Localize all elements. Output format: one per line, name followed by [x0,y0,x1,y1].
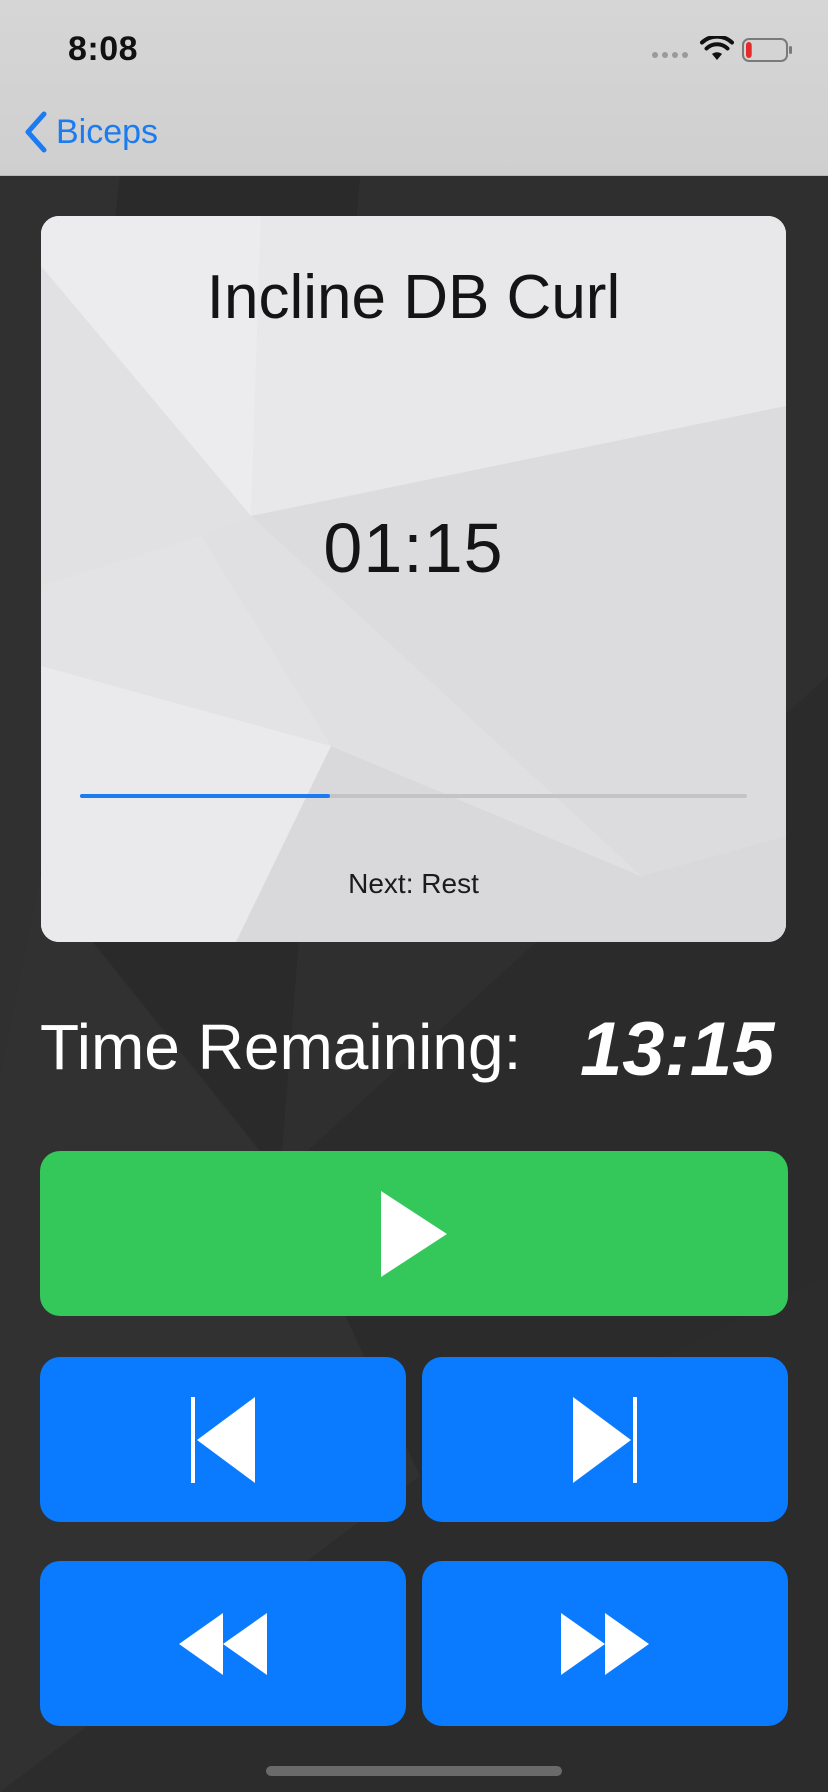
battery-low-icon [742,38,792,62]
exercise-title: Incline DB Curl [206,263,621,332]
time-remaining-label: Time Remaining: [40,1011,522,1083]
back-button-label: Biceps [56,112,159,151]
chevron-left-icon [25,111,47,153]
next-exercise-button[interactable] [422,1357,788,1522]
skip-previous-icon [191,1396,255,1483]
wifi-icon [700,36,734,60]
status-time: 8:08 [68,30,139,68]
skip-next-icon [573,1396,637,1483]
workout-timer-screen: 8:08 Biceps Incline DB Curl 01:15 Next: … [0,0,828,1792]
next-exercise-label: Next: Rest [348,868,479,899]
back-button[interactable]: Biceps [22,108,158,156]
home-indicator [266,1766,562,1776]
interval-timer: 01:15 [323,509,504,587]
rewind-icon [179,1612,267,1675]
fast-forward-icon [561,1612,649,1675]
interval-progress-fill [80,794,331,798]
interval-progress-bar [80,794,747,798]
previous-exercise-button[interactable] [40,1357,406,1522]
play-button[interactable] [40,1151,788,1316]
time-remaining-value: 13:15 [580,1007,775,1092]
cellular-signal-icon [652,52,688,58]
navigation-bar: 8:08 Biceps [0,0,828,176]
rewind-button[interactable] [40,1561,406,1726]
exercise-card: Incline DB Curl 01:15 Next: Rest [41,216,786,942]
play-icon [381,1190,447,1277]
fast-forward-button[interactable] [422,1561,788,1726]
